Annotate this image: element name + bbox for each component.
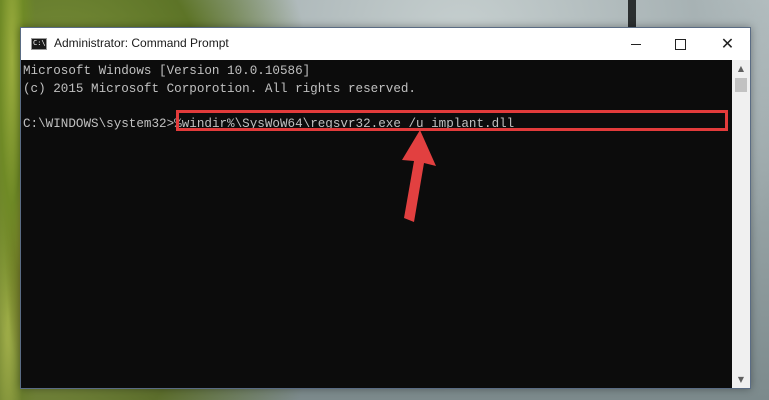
console-line-copyright: (c) 2015 Microsoft Corporotion. All righ… xyxy=(23,82,416,96)
scroll-thumb[interactable] xyxy=(735,78,747,92)
window-title: Administrator: Command Prompt xyxy=(54,36,229,50)
scroll-up-icon: ▲ xyxy=(737,64,745,73)
scroll-down-button[interactable]: ▼ xyxy=(732,371,750,388)
close-icon: ✕ xyxy=(720,34,735,53)
console-prompt: C:\WINDOWS\system32> xyxy=(23,117,175,131)
close-button[interactable]: ✕ xyxy=(705,28,750,60)
minimize-button[interactable] xyxy=(613,28,658,60)
maximize-button[interactable] xyxy=(658,28,703,60)
console-output[interactable]: Microsoft Windows [Version 10.0.10586] (… xyxy=(21,60,732,388)
console-line-version: Microsoft Windows [Version 10.0.10586] xyxy=(23,64,311,78)
desktop-background-detail xyxy=(628,0,636,30)
vertical-scrollbar[interactable]: ▲ ▼ xyxy=(732,60,750,388)
maximize-icon xyxy=(675,38,686,50)
title-bar[interactable]: C:\ Administrator: Command Prompt ✕ xyxy=(21,28,750,60)
red-arrow-annotation xyxy=(402,130,436,222)
cmd-icon-text: C:\ xyxy=(33,39,46,47)
arrow-head-shape xyxy=(402,130,436,222)
scroll-down-icon: ▼ xyxy=(737,375,745,384)
command-highlight-box xyxy=(176,110,728,131)
cmd-icon[interactable]: C:\ xyxy=(31,38,47,50)
scroll-up-button[interactable]: ▲ xyxy=(732,60,750,77)
minimize-icon xyxy=(630,43,641,45)
